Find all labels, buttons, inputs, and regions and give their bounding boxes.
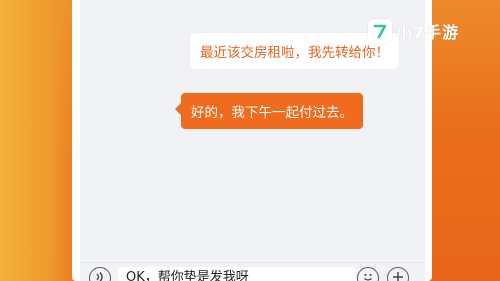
composer-bar: OK，帮你垫是发我呀 [80, 262, 425, 281]
page-background: 最近该交房租啦，我先转给你！ 好的，我下午一起付过去。 OK，帮你垫是发我呀 小… [0, 0, 500, 281]
message-input[interactable]: OK，帮你垫是发我呀 [118, 267, 356, 281]
seven-icon [373, 24, 387, 39]
emoji-button[interactable] [357, 267, 379, 281]
message-input-text: OK，帮你垫是发我呀 [126, 270, 249, 281]
watermark-text: 小7手游 [396, 23, 460, 42]
incoming-message-bubble[interactable]: 好的，我下午一起付过去。 [175, 93, 363, 129]
logo-badge-icon [368, 19, 392, 43]
voice-icon [96, 272, 103, 281]
incoming-message-text: 好的，我下午一起付过去。 [191, 105, 353, 121]
plus-icon [393, 272, 403, 281]
emoji-icon [364, 274, 372, 281]
voice-button[interactable] [89, 267, 111, 281]
add-button[interactable] [387, 267, 409, 281]
outgoing-message-text: 最近该交房租啦，我先转给你！ [200, 45, 389, 61]
watermark-logo: 小7手游 [368, 19, 459, 43]
